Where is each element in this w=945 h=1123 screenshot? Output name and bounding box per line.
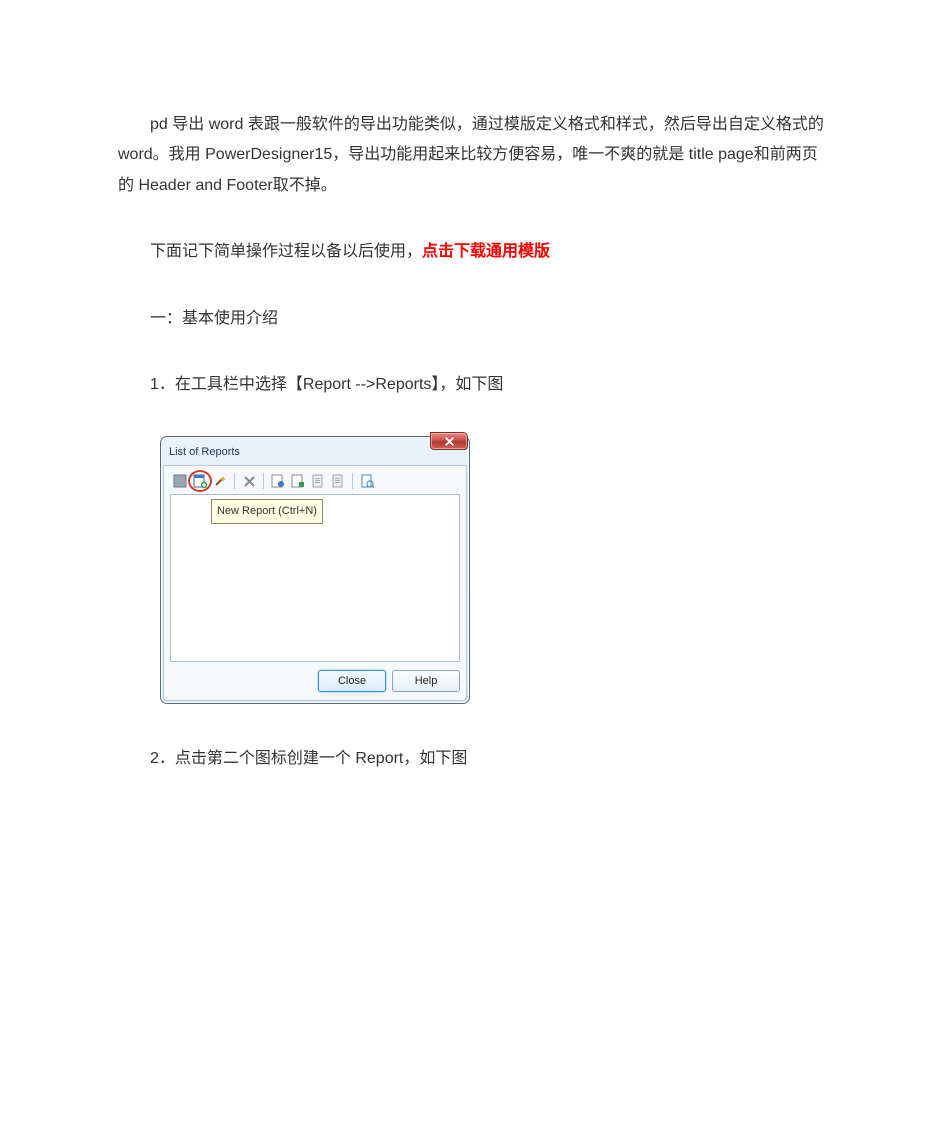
toolbar-separator [263, 473, 264, 489]
generate-rtf-icon[interactable] [290, 473, 306, 489]
document-icon[interactable] [310, 473, 326, 489]
toolbar-separator [234, 473, 235, 489]
dialog-toolbar [170, 472, 460, 494]
wizard-icon[interactable] [212, 473, 228, 489]
delete-icon[interactable] [241, 473, 257, 489]
download-template-link[interactable]: 点击下载通用模版 [422, 243, 550, 260]
window-close-button[interactable] [430, 432, 468, 450]
document-icon-2[interactable] [330, 473, 346, 489]
help-button[interactable]: Help [392, 670, 460, 692]
dialog-title: List of Reports [169, 442, 240, 463]
reports-list-area[interactable]: New Report (Ctrl+N) [170, 494, 460, 662]
close-icon [444, 436, 455, 447]
list-of-reports-dialog: List of Reports [160, 436, 470, 704]
dialog-titlebar: List of Reports [163, 439, 467, 465]
new-report-icon[interactable] [192, 473, 208, 489]
section-heading-basic-usage: 一：基本使用介绍 [118, 304, 827, 334]
toolbar-separator [352, 473, 353, 489]
dialog-body: New Report (Ctrl+N) Close Help [163, 465, 467, 701]
generate-html-icon[interactable] [270, 473, 286, 489]
paragraph-intro: pd 导出 word 表跟一般软件的导出功能类似，通过模版定义格式和样式，然后导… [118, 110, 827, 201]
paragraph-download: 下面记下简单操作过程以备以后使用，点击下载通用模版 [118, 237, 827, 267]
close-button[interactable]: Close [318, 670, 386, 692]
print-preview-icon[interactable] [359, 473, 375, 489]
download-prefix-text: 下面记下简单操作过程以备以后使用， [150, 243, 422, 260]
step-2-text: 2．点击第二个图标创建一个 Report，如下图 [118, 744, 827, 774]
properties-icon[interactable] [172, 473, 188, 489]
list-of-reports-dialog-figure: List of Reports [160, 436, 827, 704]
dialog-button-row: Close Help [170, 662, 460, 692]
new-report-tooltip: New Report (Ctrl+N) [211, 499, 323, 524]
step-1-text: 1．在工具栏中选择【Report -->Reports】，如下图 [118, 370, 827, 400]
